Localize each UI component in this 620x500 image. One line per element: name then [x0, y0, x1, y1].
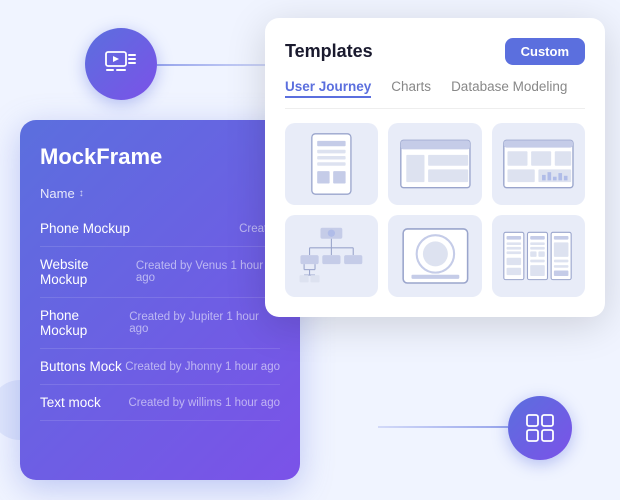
template-card-6[interactable]	[492, 215, 585, 297]
templates-popup: Templates Custom User Journey Charts Dat…	[265, 18, 605, 317]
item-name: Buttons Mock	[40, 359, 122, 374]
sort-arrow-icon: ↕	[79, 188, 84, 199]
sort-row[interactable]: Name ↕	[40, 186, 280, 201]
list-item[interactable]: Text mock Created by willims 1 hour ago	[40, 385, 280, 421]
video-list-icon	[104, 47, 138, 81]
custom-button[interactable]: Custom	[505, 38, 585, 65]
template-card-3[interactable]	[492, 123, 585, 205]
item-name: Phone Mockup	[40, 221, 130, 236]
mobile-wireframe-preview	[295, 132, 368, 196]
template-card-1[interactable]	[285, 123, 378, 205]
list-item[interactable]: Phone Mockup Created by Jupiter 1 hour a…	[40, 298, 280, 349]
templates-title: Templates	[285, 41, 373, 62]
tab-charts[interactable]: Charts	[391, 79, 431, 98]
list-item[interactable]: Website Mockup Created by Venus 1 hour a…	[40, 247, 280, 298]
templates-tabs: User Journey Charts Database Modeling	[285, 79, 585, 109]
templates-grid	[285, 123, 585, 297]
dashboard-wireframe-preview	[502, 132, 575, 196]
item-meta: Created by Jupiter 1 hour ago	[129, 311, 280, 335]
item-name: Website Mockup	[40, 257, 136, 287]
mockframe-title: MockFrame	[40, 144, 280, 170]
item-name: Phone Mockup	[40, 308, 129, 338]
item-name: Text mock	[40, 395, 101, 410]
component-mockup-preview	[399, 224, 472, 288]
template-card-2[interactable]	[388, 123, 481, 205]
top-icon-bubble[interactable]	[85, 28, 157, 100]
templates-header: Templates Custom	[285, 38, 585, 65]
list-item[interactable]: Phone Mockup Created	[40, 211, 280, 247]
mockframe-list: Phone Mockup Created Website Mockup Crea…	[40, 211, 280, 421]
template-card-5[interactable]	[388, 215, 481, 297]
item-meta: Created by Venus 1 hour ago	[136, 260, 280, 284]
connector-line-bottom	[378, 426, 508, 428]
list-item[interactable]: Buttons Mock Created by Jhonny 1 hour ag…	[40, 349, 280, 385]
connector-line-top	[157, 64, 277, 66]
org-chart-preview	[295, 224, 368, 288]
desktop-wireframe-preview	[399, 132, 472, 196]
item-meta: Created by willims 1 hour ago	[129, 397, 281, 409]
multi-screen-preview	[502, 224, 575, 288]
item-meta: Created by Jhonny 1 hour ago	[125, 361, 280, 373]
mockframe-panel: MockFrame Name ↕ Phone Mockup Created We…	[20, 120, 300, 480]
tab-database-modeling[interactable]: Database Modeling	[451, 79, 567, 98]
template-card-4[interactable]	[285, 215, 378, 297]
tab-user-journey[interactable]: User Journey	[285, 79, 371, 98]
sort-label: Name	[40, 186, 75, 201]
grid-layout-icon	[525, 413, 555, 443]
bottom-icon-bubble[interactable]	[508, 396, 572, 460]
